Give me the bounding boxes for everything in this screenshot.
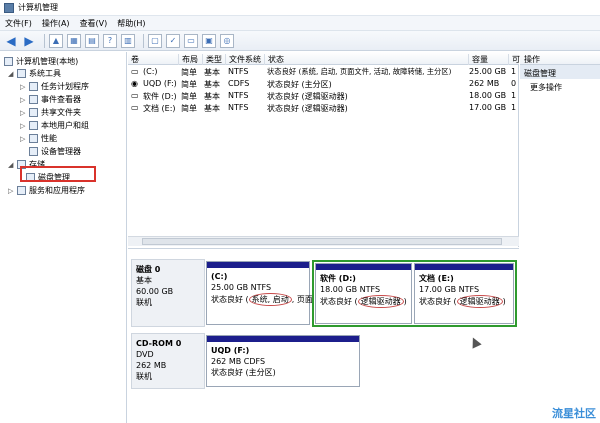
cdrom-type: DVD: [136, 350, 154, 359]
console-tree-icon[interactable]: ▦: [67, 33, 81, 48]
scroll-thumb[interactable]: [142, 238, 502, 245]
title-bar: 计算机管理: [0, 0, 600, 16]
view-icon[interactable]: ▥: [121, 33, 135, 48]
up-folder-icon[interactable]: ▲: [49, 33, 63, 48]
disk-icon: ▭: [131, 103, 139, 112]
table-row[interactable]: ▭ 文档 (E:) 简单 基本 NTFS 状态良好 (逻辑驱动器) 17.00 …: [128, 103, 519, 114]
window-title: 计算机管理: [18, 3, 58, 12]
circled-status: 逻辑驱动器: [357, 295, 404, 308]
list-header: 卷 布局 类型 文件系统 状态 容量 可: [128, 52, 520, 65]
col-free[interactable]: 可: [508, 54, 520, 65]
cdrom-size: 262 MB: [136, 361, 167, 370]
partition-d[interactable]: 软件 (D:) 18.00 GB NTFS 状态良好 (逻辑驱动器): [315, 263, 412, 324]
tools-icon: [17, 69, 26, 78]
device-icon: [29, 147, 38, 156]
table-row[interactable]: ▭ (C:) 简单 基本 NTFS 状态良好 (系统, 启动, 页面文件, 活动…: [128, 67, 519, 78]
partition-c[interactable]: (C:) 25.00 GB NTFS 状态良好 (系统, 启动, 页面: [206, 261, 313, 325]
watermark: 流星社区: [552, 407, 596, 420]
cdrom-status: 联机: [136, 372, 152, 381]
services-icon: [17, 186, 26, 195]
tree-device-manager[interactable]: 设备管理器: [29, 146, 81, 157]
clock-icon: [29, 82, 38, 91]
disk-icon: ▭: [131, 91, 139, 100]
tree-event-viewer[interactable]: ▷ 事件查看器: [20, 94, 81, 105]
help-icon[interactable]: ?: [103, 33, 117, 48]
menu-help[interactable]: 帮助(H): [117, 18, 145, 29]
partition-e[interactable]: 文档 (E:) 17.00 GB NTFS 状态良好 (逻辑驱动器): [414, 263, 514, 324]
col-layout[interactable]: 布局: [178, 54, 198, 65]
circled-status: 系统, 启动: [248, 293, 292, 306]
col-volume[interactable]: 卷: [128, 54, 139, 65]
disk0-size: 60.00 GB: [136, 287, 174, 296]
disk-icon: ▭: [131, 67, 139, 76]
computer-icon: [4, 57, 13, 66]
disk0-type: 基本: [136, 276, 152, 285]
volume-list: 卷 布局 类型 文件系统 状态 容量 可 ▭ (C:) 简单 基本 NTFS 状…: [128, 52, 520, 247]
disk0-label[interactable]: 磁盘 0 基本 60.00 GB 联机: [131, 259, 205, 327]
horizontal-scrollbar[interactable]: [128, 236, 519, 246]
back-icon[interactable]: ◀: [4, 34, 18, 48]
users-icon: [29, 121, 38, 130]
cdrom-label[interactable]: CD-ROM 0 DVD 262 MB 联机: [131, 333, 205, 389]
menu-view[interactable]: 查看(V): [80, 18, 108, 29]
tree-performance[interactable]: ▷ 性能: [20, 133, 57, 144]
col-status[interactable]: 状态: [264, 54, 284, 65]
toolbar: ◀ ▶ ▲ ▦ ▤ ? ▥ ▢ ✓ ▭ ▣ ◎: [0, 31, 600, 51]
tree-services[interactable]: ▷ 服务和应用程序: [8, 185, 85, 196]
action-more[interactable]: 更多操作: [520, 79, 600, 96]
actions-header: 操作: [520, 52, 600, 65]
properties-icon[interactable]: ▤: [85, 33, 99, 48]
col-filesystem[interactable]: 文件系统: [225, 54, 261, 65]
open-folder-icon[interactable]: ▭: [184, 33, 198, 48]
disk0-name: 磁盘 0: [136, 265, 161, 274]
tree-system-tools[interactable]: ◢ 系统工具: [8, 68, 61, 79]
action-disk-management[interactable]: 磁盘管理: [520, 65, 600, 79]
disk0-status: 联机: [136, 298, 152, 307]
tree-local-users[interactable]: ▷ 本地用户和组: [20, 120, 89, 131]
cdrom-name: CD-ROM 0: [136, 339, 182, 348]
col-type[interactable]: 类型: [202, 54, 222, 65]
menu-action[interactable]: 操作(A): [42, 18, 70, 29]
partition-f[interactable]: UQD (F:) 262 MB CDFS 状态良好 (主分区): [206, 335, 360, 387]
circled-status: 逻辑驱动器: [456, 295, 503, 308]
tree-task-scheduler[interactable]: ▷ 任务计划程序: [20, 81, 89, 92]
highlight-box: [20, 166, 96, 182]
magnify-icon[interactable]: ◎: [220, 33, 234, 48]
computer-management-icon: [4, 2, 14, 13]
event-icon: [29, 95, 38, 104]
tree-root[interactable]: 计算机管理(本地): [4, 56, 78, 67]
menu-file[interactable]: 文件(F): [5, 18, 32, 29]
console-tree: 计算机管理(本地) ◢ 系统工具 ▷ 任务计划程序 ▷ 事件查看器 ▷ 共享文件夹 ▷ 本…: [0, 52, 127, 423]
table-row[interactable]: ◉ UQD (F:) 简单 基本 CDFS 状态良好 (主分区) 262 MB …: [128, 79, 519, 90]
performance-icon: [29, 134, 38, 143]
menu-bar: 文件(F) 操作(A) 查看(V) 帮助(H): [0, 16, 600, 31]
actions-pane: 操作 磁盘管理 更多操作: [520, 52, 600, 423]
page-icon[interactable]: ▢: [148, 33, 162, 48]
graphical-disk-view: 磁盘 0 基本 60.00 GB 联机 (C:) 25.00 GB NTFS 状…: [128, 248, 519, 423]
save-icon[interactable]: ▣: [202, 33, 216, 48]
forward-icon[interactable]: ▶: [22, 34, 36, 48]
shared-folder-icon: [29, 108, 38, 117]
cd-icon: ◉: [131, 79, 138, 88]
col-capacity[interactable]: 容量: [468, 54, 488, 65]
tree-shared-folders[interactable]: ▷ 共享文件夹: [20, 107, 81, 118]
table-row[interactable]: ▭ 软件 (D:) 简单 基本 NTFS 状态良好 (逻辑驱动器) 18.00 …: [128, 91, 519, 102]
check-icon[interactable]: ✓: [166, 33, 180, 48]
